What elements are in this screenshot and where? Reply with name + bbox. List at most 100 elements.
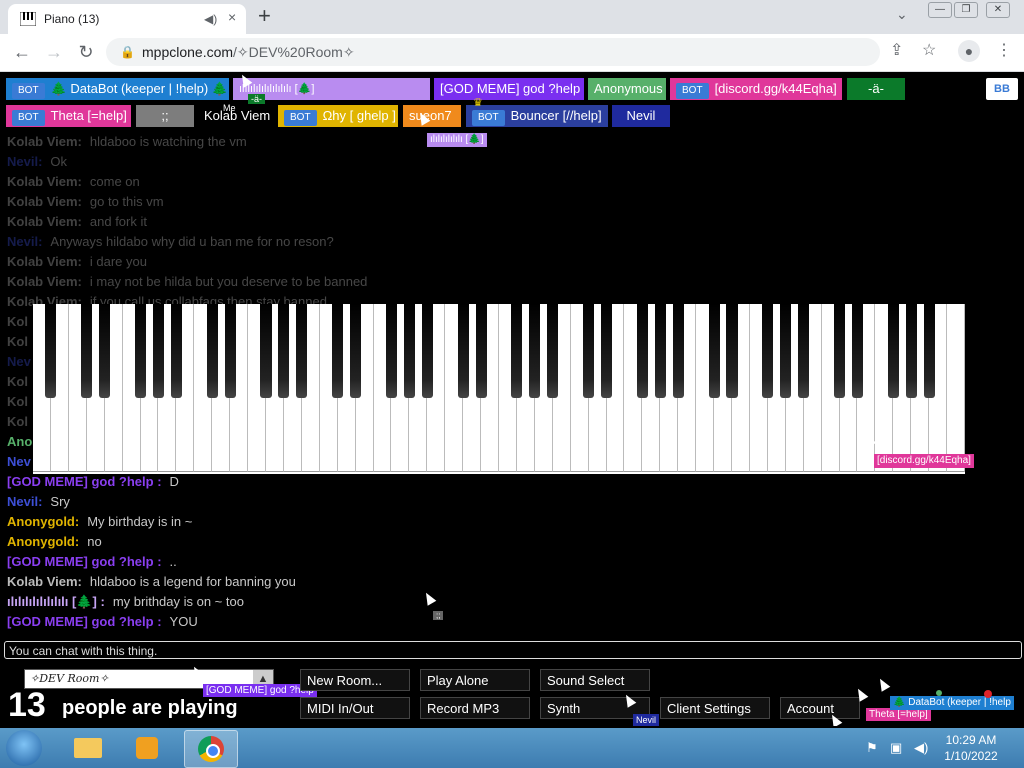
back-arrow-icon[interactable]: ← [10,40,34,64]
chat-author[interactable]: Anonygold: [7,514,79,529]
black-key[interactable] [529,304,541,398]
black-key[interactable] [905,304,917,398]
player-tag-discord-bot[interactable]: BOT [discord.gg/k44Eqha] [670,78,842,100]
black-key[interactable] [511,304,523,398]
bookmark-star-icon[interactable]: ☆ [922,40,936,60]
play-alone-button[interactable]: Play Alone [420,669,530,691]
black-key[interactable] [851,304,863,398]
reload-icon[interactable]: ↻ [74,40,98,64]
forward-arrow-icon[interactable]: → [42,40,66,64]
chat-author[interactable]: Kol [7,394,28,409]
black-key[interactable] [403,304,415,398]
black-key[interactable] [600,304,613,398]
new-tab-button[interactable]: + [258,4,271,28]
chat-author[interactable]: Kolab Viem: [7,574,82,589]
black-key[interactable] [708,304,720,398]
chat-author[interactable]: Nevil: [7,234,42,249]
minimize-button[interactable]: — [928,2,952,18]
chat-author[interactable]: Kol [7,414,28,429]
player-tag-anonymous[interactable]: Anonymous [588,78,666,100]
chat-author[interactable]: Kol [7,334,28,349]
black-key[interactable] [260,304,272,398]
chat-author[interactable]: Nev [7,354,31,369]
chat-author[interactable]: Kolab Viem: [7,274,82,289]
player-tag-theta[interactable]: BOT Theta [=help] [6,105,131,127]
white-key[interactable] [947,304,965,472]
chat-author[interactable]: Ano [7,434,32,449]
player-tag-semicolons[interactable]: ;; [136,105,194,127]
chat-author[interactable]: Kolab Viem: [7,174,82,189]
clock[interactable]: 10:29 AM 1/10/2022 [930,732,1012,764]
player-tag-ohy[interactable]: BOT Ωhy [ ghelp ] [278,105,398,127]
account-button[interactable]: Account [780,697,860,719]
black-key[interactable] [278,304,290,398]
black-key[interactable] [45,304,57,398]
chat-author[interactable]: Kolab Viem: [7,194,82,209]
volume-icon[interactable]: ◀) [914,740,928,756]
black-key[interactable] [152,304,164,398]
sound-select-button[interactable]: Sound Select [540,669,650,691]
chat-author[interactable]: Kol [7,374,28,389]
black-key[interactable] [81,304,93,398]
black-key[interactable] [99,304,111,398]
black-key[interactable] [762,304,774,398]
player-tag-bouncer[interactable]: BOT Bouncer [//help] [466,105,608,127]
midi-button[interactable]: MIDI In/Out [300,697,410,719]
chat-author[interactable]: Kolab Viem: [7,214,82,229]
black-key[interactable] [887,304,899,398]
black-key[interactable] [170,304,182,398]
browser-tab[interactable]: Piano (13) ◀) × [8,4,246,34]
black-key[interactable] [833,304,846,398]
player-tag-a[interactable]: -ä- [847,78,905,100]
black-key[interactable] [421,304,433,398]
black-key[interactable] [332,304,344,398]
chat-author[interactable]: Kolab Viem: [7,134,82,149]
close-tab-icon[interactable]: × [228,9,236,25]
chrome-icon[interactable] [184,730,238,768]
close-window-button[interactable]: ✕ [986,2,1010,18]
media-player-icon[interactable] [122,730,174,766]
chat-author[interactable]: ılılılılılılılılı [🌲] : [7,594,105,609]
black-key[interactable] [780,304,792,398]
maximize-button[interactable]: ❐ [954,2,978,18]
player-tag-nevil[interactable]: Nevil [612,105,670,127]
chat-author[interactable]: Nevil: [7,494,42,509]
windows-start-icon[interactable] [6,730,42,766]
black-key[interactable] [350,304,362,398]
black-key[interactable] [636,304,648,398]
file-explorer-icon[interactable] [62,730,114,766]
black-key[interactable] [726,304,738,398]
share-icon[interactable]: ⇪ [890,40,903,60]
menu-dots-icon[interactable]: ⋮ [996,40,1012,60]
black-key[interactable] [385,304,397,398]
black-key[interactable] [654,304,666,398]
black-key[interactable] [583,304,595,398]
chat-author[interactable]: [GOD MEME] god ?help : [7,474,162,489]
record-mp3-button[interactable]: Record MP3 [420,697,530,719]
chat-author[interactable]: Nev [7,454,31,469]
chat-author[interactable]: Kol [7,314,28,329]
chat-author[interactable]: Nevil: [7,154,42,169]
address-bar[interactable]: 🔒 mppclone.com/✧DEV%20Room✧ [106,38,880,66]
black-key[interactable] [672,304,684,398]
client-settings-button[interactable]: Client Settings [660,697,770,719]
black-key[interactable] [475,304,487,398]
network-icon[interactable]: ▣ [890,740,902,756]
speaker-icon[interactable]: ◀) [204,12,217,26]
black-key[interactable] [206,304,218,398]
new-room-button[interactable]: New Room... [300,669,410,691]
player-tag-databot[interactable]: BOT 🌲 DataBot (keeper | !help) 🌲 [6,78,229,100]
black-key[interactable] [224,304,236,398]
black-key[interactable] [798,304,810,398]
chat-author[interactable]: [GOD MEME] god ?help : [7,554,162,569]
player-tag-god-meme[interactable]: [GOD MEME] god ?help [434,78,584,100]
action-center-icon[interactable]: ⚑ [866,740,878,756]
black-key[interactable] [547,304,559,398]
chat-author[interactable]: Kolab Viem: [7,254,82,269]
bb-button[interactable]: BB [986,78,1018,100]
black-key[interactable] [134,304,147,398]
black-key[interactable] [296,304,308,398]
chat-author[interactable]: Anonygold: [7,534,79,549]
chat-author[interactable]: [GOD MEME] god ?help : [7,614,162,629]
chat-input[interactable]: You can chat with this thing. [4,641,1022,659]
